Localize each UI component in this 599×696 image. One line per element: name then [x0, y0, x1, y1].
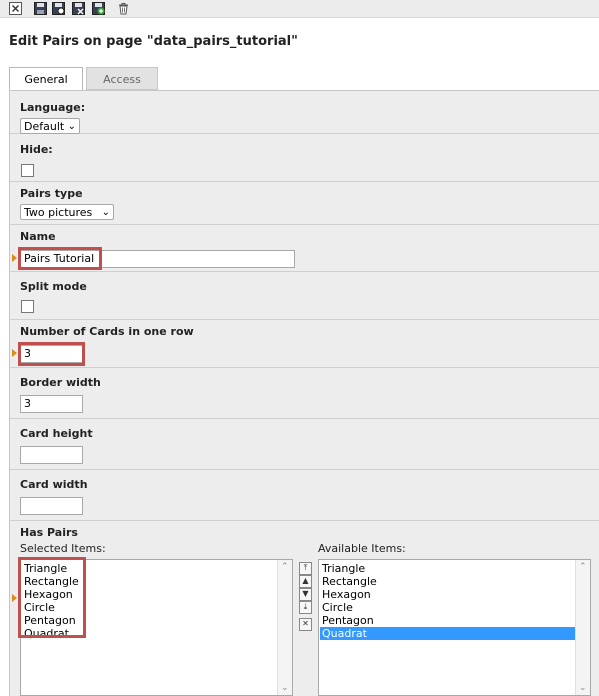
- cards-per-row-input[interactable]: 3: [20, 345, 83, 363]
- list-item[interactable]: Hexagon: [322, 588, 371, 601]
- move-down-icon[interactable]: ▼: [299, 588, 312, 601]
- move-up-icon[interactable]: ▲: [299, 575, 312, 588]
- list-item[interactable]: Rectangle: [322, 575, 377, 588]
- tab-general[interactable]: General: [9, 67, 83, 92]
- card-height-row: Card height: [10, 419, 599, 470]
- tab-access[interactable]: Access: [86, 67, 158, 90]
- split-mode-label: Split mode: [20, 280, 87, 293]
- name-input[interactable]: Pairs Tutorial: [20, 250, 295, 268]
- available-items-scrollbar[interactable]: ⌃ ⌄: [575, 560, 590, 695]
- name-label: Name: [20, 230, 56, 243]
- pairs-type-label: Pairs type: [20, 187, 83, 200]
- card-height-input[interactable]: [20, 446, 83, 464]
- hide-label: Hide:: [20, 143, 53, 156]
- list-item[interactable]: Circle: [24, 601, 55, 614]
- card-height-label: Card height: [20, 427, 93, 440]
- selected-items-scrollbar[interactable]: ⌃ ⌄: [277, 560, 292, 695]
- pairs-type-select[interactable]: Two pictures ⌄: [20, 204, 114, 220]
- move-top-icon[interactable]: ⤒: [299, 562, 312, 575]
- name-row: Name Pairs Tutorial: [10, 225, 599, 272]
- card-width-label: Card width: [20, 478, 88, 491]
- language-select[interactable]: Default ⌄: [20, 118, 80, 134]
- card-width-row: Card width: [10, 470, 599, 521]
- list-item[interactable]: Triangle: [24, 562, 67, 575]
- scroll-down-icon[interactable]: ⌄: [281, 683, 289, 693]
- scroll-down-icon[interactable]: ⌄: [579, 683, 587, 693]
- list-item-selected[interactable]: Quadrat: [320, 627, 576, 640]
- border-width-input[interactable]: 3: [20, 395, 83, 413]
- has-pairs-row: Has Pairs Selected Items: Available Item…: [10, 521, 599, 696]
- save-icon[interactable]: [34, 2, 47, 15]
- list-item[interactable]: Pentagon: [322, 614, 374, 627]
- scroll-up-icon[interactable]: ⌃: [579, 562, 587, 572]
- chevron-down-icon: ⌄: [101, 207, 110, 218]
- border-width-label: Border width: [20, 376, 101, 389]
- hide-checkbox[interactable]: [21, 164, 34, 177]
- language-row: Language: Default ⌄: [10, 91, 599, 134]
- has-pairs-label: Has Pairs: [20, 526, 78, 539]
- border-width-row: Border width 3: [10, 368, 599, 419]
- available-items-label: Available Items:: [318, 542, 406, 555]
- card-width-input[interactable]: [20, 497, 83, 515]
- remove-icon[interactable]: ✕: [299, 618, 312, 631]
- delete-icon[interactable]: [117, 2, 130, 15]
- language-value: Default: [24, 120, 65, 133]
- save-close-icon[interactable]: [72, 2, 85, 15]
- scroll-up-icon[interactable]: ⌃: [281, 562, 289, 572]
- toolbar: [0, 0, 599, 18]
- list-item[interactable]: Hexagon: [24, 588, 73, 601]
- list-item[interactable]: Quadrat: [24, 627, 69, 640]
- split-mode-row: Split mode: [10, 272, 599, 320]
- cards-per-row-label: Number of Cards in one row: [20, 325, 194, 338]
- save-new-icon[interactable]: [92, 2, 105, 15]
- hide-row: Hide:: [10, 134, 599, 182]
- list-item[interactable]: Rectangle: [24, 575, 79, 588]
- chevron-down-icon: ⌄: [67, 121, 76, 132]
- required-marker-icon: [12, 254, 17, 262]
- page-title: Edit Pairs on page "data_pairs_tutorial": [9, 34, 298, 49]
- cards-per-row-row: Number of Cards in one row 3: [10, 320, 599, 368]
- selected-items-label: Selected Items:: [20, 542, 106, 555]
- available-items-list[interactable]: Triangle Rectangle Hexagon Circle Pentag…: [318, 559, 591, 696]
- close-icon[interactable]: [9, 2, 22, 15]
- move-bottom-icon[interactable]: ⤓: [299, 601, 312, 614]
- required-marker-icon: [12, 594, 17, 602]
- selected-items-list[interactable]: Triangle Rectangle Hexagon Circle Pentag…: [20, 559, 293, 696]
- form-panel: Language: Default ⌄ Hide: Pairs type Two…: [9, 90, 599, 696]
- required-marker-icon: [12, 349, 17, 357]
- pairs-type-value: Two pictures: [24, 206, 93, 219]
- save-view-icon[interactable]: [52, 2, 65, 15]
- split-mode-checkbox[interactable]: [21, 300, 34, 313]
- list-item[interactable]: Circle: [322, 601, 353, 614]
- pairs-type-row: Pairs type Two pictures ⌄: [10, 182, 599, 225]
- list-item[interactable]: Triangle: [322, 562, 365, 575]
- language-label: Language:: [20, 101, 86, 114]
- list-item[interactable]: Pentagon: [24, 614, 76, 627]
